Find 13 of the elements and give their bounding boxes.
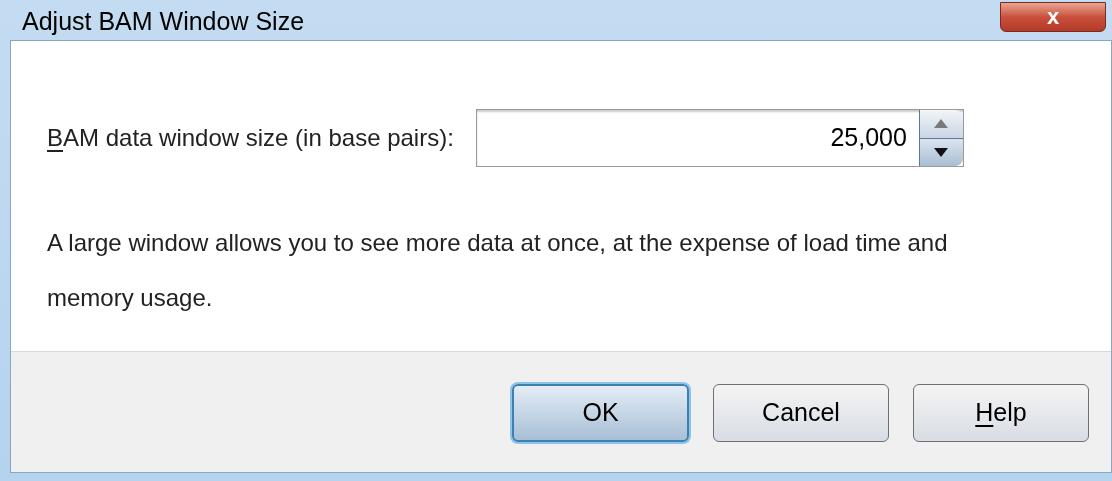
dialog-button[interactable]: OK — [512, 384, 689, 442]
spin-down-button[interactable] — [919, 138, 963, 166]
down-arrow-icon — [934, 147, 949, 157]
message-text: A large window allows you to see more data at once, at the expense of load time and memory usage. — [47, 228, 949, 313]
input-field[interactable]: 25,000 — [476, 119, 919, 157]
up-arrow-icon — [934, 119, 949, 129]
dialog-button[interactable]: Cancel — [713, 384, 889, 442]
window-title: Adjust BAM Window Size — [21, 6, 305, 38]
number-spinner[interactable]: 25,000 — [475, 109, 964, 167]
field-label: BAM data window size (in base pairs): — [47, 123, 454, 153]
close-button[interactable]: x — [1000, 2, 1106, 32]
dialog-button[interactable]: Help — [913, 384, 1089, 442]
spin-up-button[interactable] — [919, 110, 963, 139]
